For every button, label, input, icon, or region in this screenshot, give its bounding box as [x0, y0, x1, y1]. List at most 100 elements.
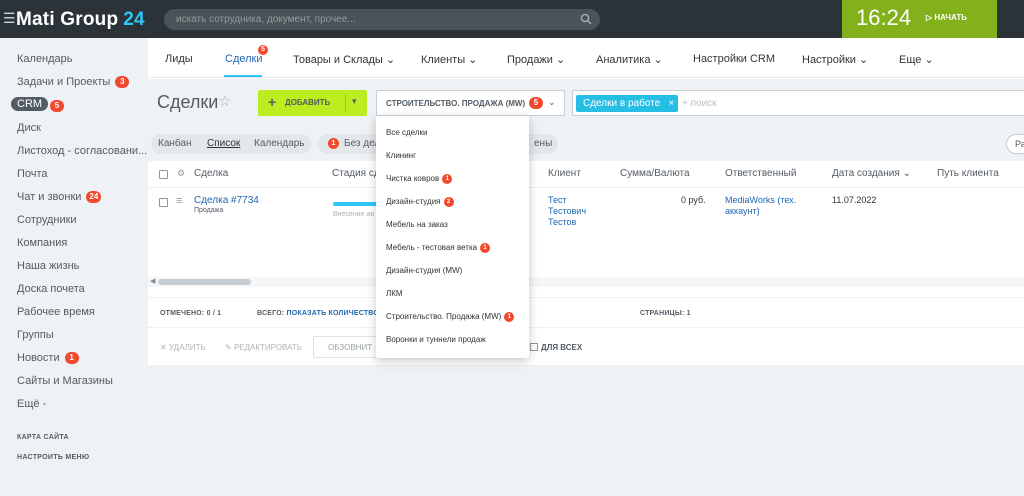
scroll-left-icon[interactable]: ◀	[150, 277, 155, 285]
client-link-line1[interactable]: Тест	[548, 195, 567, 205]
for-all-label: ДЛЯ ВСЕХ	[541, 343, 583, 352]
col-amount[interactable]: Сумма/Валюта	[620, 168, 690, 179]
tab-kanban[interactable]: Канбан	[158, 138, 192, 149]
horizontal-scrollbar[interactable]: ◀	[148, 277, 1024, 287]
sidebar-item-employees[interactable]: Сотрудники	[17, 214, 77, 226]
edit-label: РЕДАКТИРОВАТЬ	[233, 343, 302, 352]
show-count-link[interactable]: ПОКАЗАТЬ КОЛИЧЕСТВО	[287, 310, 380, 317]
plus-icon: +	[268, 94, 277, 110]
scrollbar-thumb[interactable]	[158, 279, 251, 285]
col-client-path[interactable]: Путь клиента	[937, 168, 999, 179]
sidebar-item-work-time[interactable]: Рабочее время	[17, 306, 95, 318]
nav-products[interactable]: Товары и Склады ⌄	[293, 53, 395, 66]
counter-badge: 1	[480, 243, 491, 253]
close-icon[interactable]: ×	[668, 95, 674, 112]
filter-search[interactable]: Сделки в работе ×	[572, 90, 1024, 116]
start-workday-button[interactable]: ▷ НАЧАТЬ	[926, 13, 967, 22]
sidebar-item-news[interactable]: Новости 1	[17, 352, 79, 364]
nav-label: Продажи	[507, 54, 553, 66]
gear-icon[interactable]: ⚙	[177, 168, 185, 179]
menu-item-label: Мебель на заказ	[386, 220, 448, 229]
counter-label-right: ены	[534, 138, 553, 149]
tab-list[interactable]: Список	[207, 138, 240, 149]
client-link-line2[interactable]: Тестович	[548, 206, 586, 216]
col-client[interactable]: Клиент	[548, 168, 581, 179]
responsible-link-line2[interactable]: аккаунт)	[725, 206, 760, 216]
menu-item-all-deals[interactable]: Все сделки	[386, 128, 428, 137]
menu-item-custom-furniture[interactable]: Мебель на заказ	[386, 220, 448, 229]
table-footer: ОТМЕЧЕНО: 0 / 1 ВСЕГО: ПОКАЗАТЬ КОЛИЧЕСТ…	[148, 297, 1024, 327]
menu-icon[interactable]: ☰	[3, 11, 16, 25]
menu-item-funnels-tunnels[interactable]: Воронки и туннели продаж	[386, 335, 486, 344]
sitemap-link[interactable]: КАРТА САЙТА	[17, 434, 69, 441]
nav-sales[interactable]: Продажи ⌄	[507, 53, 565, 66]
delete-label: УДАЛИТЬ	[168, 343, 206, 352]
funnel-selector[interactable]: СТРОИТЕЛЬСТВО. ПРОДАЖА (MW) 5 ⌄	[376, 90, 565, 116]
star-icon[interactable]: ☆	[218, 92, 231, 110]
tab-calendar[interactable]: Календарь	[254, 138, 304, 149]
sidebar-item-groups[interactable]: Группы	[17, 329, 54, 341]
stage-progress[interactable]	[333, 202, 378, 206]
for-all-checkbox[interactable]: ДЛЯ ВСЕХ	[530, 343, 582, 352]
col-stage[interactable]: Стадия сд	[332, 168, 380, 179]
edit-button[interactable]: ✎ РЕДАКТИРОВАТЬ	[225, 343, 302, 352]
active-tab-underline	[224, 75, 262, 77]
row-menu-icon[interactable]: ≡	[176, 195, 182, 207]
nav-label: Настройки	[802, 54, 856, 66]
sidebar-item-chat[interactable]: Чат и звонки 24	[17, 191, 102, 203]
sidebar-item-our-life[interactable]: Наша жизнь	[17, 260, 79, 272]
work-time-widget[interactable]: 16:24 ▷ НАЧАТЬ	[842, 0, 997, 38]
select-all-checkbox[interactable]	[159, 170, 168, 179]
menu-item-carpet-cleaning[interactable]: Чистка ковров 1	[386, 174, 453, 184]
nav-settings[interactable]: Настройки ⌄	[802, 53, 868, 66]
deal-link[interactable]: Сделка #7734	[194, 195, 259, 206]
global-search[interactable]	[164, 9, 600, 30]
sidebar-item-listokhod[interactable]: Листоход - согласовани...	[17, 145, 147, 157]
nav-analytics[interactable]: Аналитика ⌄	[596, 53, 663, 66]
add-deal-button[interactable]: + ДОБАВИТЬ ▾	[258, 90, 367, 116]
configure-menu-link[interactable]: НАСТРОИТЬ МЕНЮ	[17, 454, 89, 461]
funnel-label: СТРОИТЕЛЬСТВО. ПРОДАЖА (MW)	[386, 99, 526, 108]
sidebar-item-company[interactable]: Компания	[17, 237, 67, 249]
counter-badge: 1	[442, 174, 453, 184]
sidebar-item-label: Сотрудники	[17, 214, 77, 226]
menu-item-construction-sales-mw[interactable]: Строительство. Продажа (MW) 1	[386, 312, 515, 322]
filter-input[interactable]	[682, 96, 882, 111]
col-responsible[interactable]: Ответственный	[725, 168, 796, 179]
chevron-down-icon: ⌄	[902, 168, 911, 179]
sidebar-item-calendar[interactable]: Календарь	[17, 53, 73, 65]
sidebar-item-sites[interactable]: Сайты и Магазины	[17, 375, 113, 387]
nav-clients[interactable]: Клиенты ⌄	[421, 53, 477, 66]
sidebar-item-mail[interactable]: Почта	[17, 168, 48, 180]
nav-leads[interactable]: Лиды	[165, 53, 193, 65]
client-link-line3[interactable]: Тестов	[548, 217, 576, 227]
nav-deals[interactable]: Сделки	[225, 53, 263, 65]
search-icon[interactable]	[580, 13, 592, 25]
col-created[interactable]: Дата создания ⌄	[832, 168, 911, 179]
checkbox[interactable]	[530, 343, 538, 351]
nav-more[interactable]: Еще ⌄	[899, 53, 934, 66]
delete-button[interactable]: ✕ УДАЛИТЬ	[160, 343, 206, 352]
sidebar-item-more[interactable]: Ещё -	[17, 398, 46, 410]
search-input[interactable]	[176, 12, 566, 27]
sidebar-item-disk[interactable]: Диск	[17, 122, 41, 134]
settings-pill[interactable]: Ра	[1006, 134, 1024, 154]
menu-item-lkm[interactable]: ЛКМ	[386, 289, 403, 298]
col-deal[interactable]: Сделка	[194, 168, 228, 179]
header-right-area	[997, 0, 1024, 38]
sidebar-item-honor-board[interactable]: Доска почета	[17, 283, 85, 295]
sidebar-item-label: Доска почета	[17, 283, 85, 295]
sidebar-item-crm[interactable]: CRM	[11, 97, 49, 111]
menu-item-design-studio-mw[interactable]: Дизайн-студия (MW)	[386, 266, 462, 275]
menu-item-furniture-test[interactable]: Мебель - тестовая ветка 1	[386, 243, 491, 253]
chevron-down-icon[interactable]: ▾	[352, 96, 357, 107]
logo[interactable]: Mati Group 24	[16, 9, 145, 31]
close-icon: ✕	[160, 343, 167, 352]
nav-crm-settings[interactable]: Настройки CRM	[693, 53, 775, 65]
menu-item-design-studio[interactable]: Дизайн-студия 2	[386, 197, 454, 207]
filter-tag[interactable]: Сделки в работе ×	[576, 95, 679, 112]
menu-item-cleaning[interactable]: Клининг	[386, 151, 416, 160]
sidebar-item-tasks[interactable]: Задачи и Проекты 3	[17, 76, 130, 88]
responsible-link-line1[interactable]: MediaWorks (тех.	[725, 195, 796, 205]
row-checkbox[interactable]	[159, 198, 168, 207]
